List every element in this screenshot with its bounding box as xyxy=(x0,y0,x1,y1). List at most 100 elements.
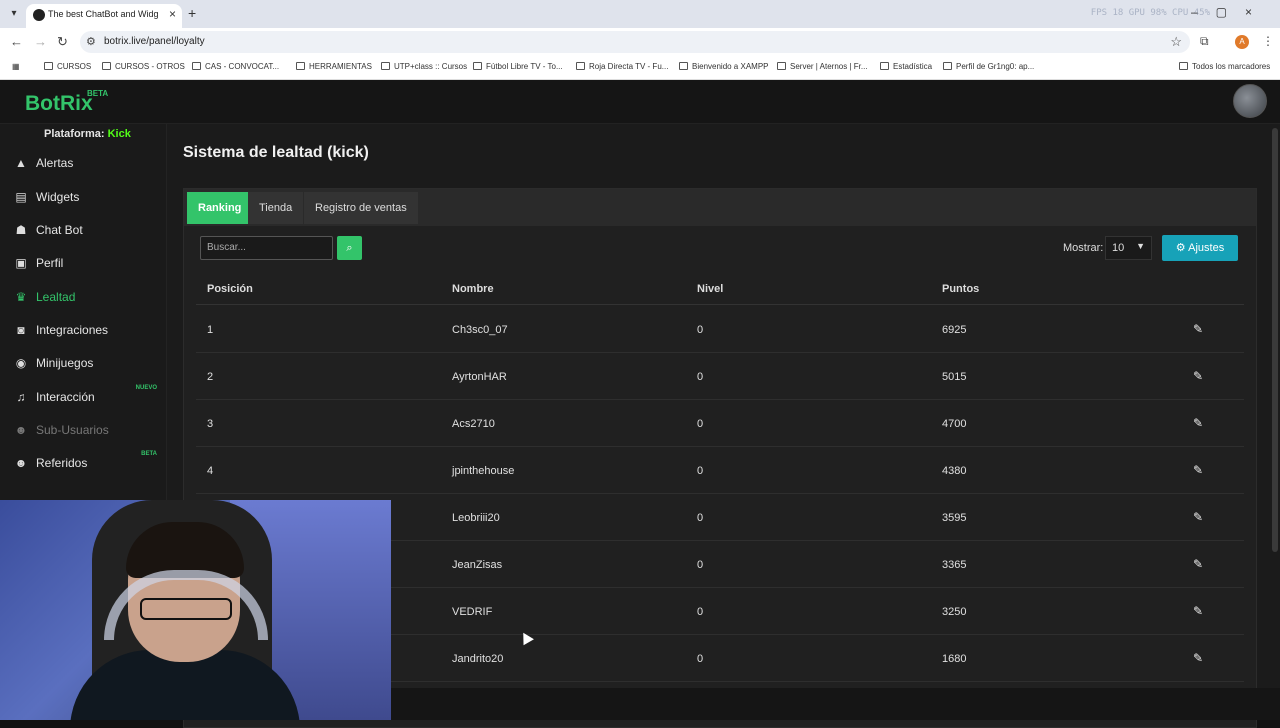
puzzle-icon: ◙ xyxy=(17,323,25,337)
back-icon[interactable]: ← xyxy=(10,34,23,49)
logo-beta-badge: BETA xyxy=(87,89,109,98)
forward-icon[interactable]: → xyxy=(34,34,47,49)
table-row: 4 jpinthehouse 0 4380 ✎ xyxy=(196,447,1244,494)
cell-level: 0 xyxy=(697,512,704,524)
cell-name: jpinthehouse xyxy=(452,465,515,477)
bookmark-item[interactable]: Perfil de Gr1ng0: ap... xyxy=(943,62,1034,71)
warning-icon: ▲ xyxy=(15,156,27,170)
cell-name: Jandrito20 xyxy=(452,653,504,665)
bookmark-item[interactable]: UTP+class :: Cursos xyxy=(381,62,467,71)
cell-position: 3 xyxy=(207,418,214,430)
table-header: Posición Nombre Nivel Puntos xyxy=(196,277,1244,305)
page-size-select[interactable]: 10 ▼ xyxy=(1105,236,1152,260)
edit-icon[interactable]: ✎ xyxy=(1193,604,1203,618)
cell-level: 0 xyxy=(697,653,704,665)
search-button[interactable]: ⌕ xyxy=(337,236,362,260)
bookmark-item[interactable]: HERRAMIENTAS xyxy=(296,62,372,71)
bookmark-item[interactable]: CURSOS xyxy=(44,62,91,71)
sidebar-item-widgets[interactable]: ▤ Widgets xyxy=(0,183,167,213)
cell-level: 0 xyxy=(697,606,704,618)
tab-ranking[interactable]: Ranking xyxy=(187,192,253,224)
widgets-icon: ▤ xyxy=(15,190,27,204)
sidebar-item-sub-usuarios[interactable]: ☻ Sub-Usuarios xyxy=(0,416,167,446)
page-title: Sistema de lealtad (kick) xyxy=(183,144,369,161)
cell-name: VEDRIF xyxy=(452,606,493,618)
bookmark-item[interactable]: CAS - CONVOCAT... xyxy=(192,62,279,71)
edit-icon[interactable]: ✎ xyxy=(1193,416,1203,430)
extensions-icon[interactable]: ⧉ xyxy=(1200,34,1209,49)
sidebar-item-integraciones[interactable]: ◙ Integraciones xyxy=(0,316,167,346)
logo[interactable]: BotRix xyxy=(25,92,93,116)
sidebar-item-chat-bot[interactable]: ☗ Chat Bot xyxy=(0,216,167,246)
cell-points: 4700 xyxy=(942,418,967,430)
cell-name: AyrtonHAR xyxy=(452,371,507,383)
webcam-overlay xyxy=(0,500,391,720)
sidebar-item-label: Lealtad xyxy=(36,290,76,304)
search-icon: ⌕ xyxy=(346,242,353,254)
cell-level: 0 xyxy=(697,324,704,336)
cell-level: 0 xyxy=(697,465,704,477)
cell-name: Acs2710 xyxy=(452,418,495,430)
edit-icon[interactable]: ✎ xyxy=(1193,651,1203,665)
browser-tab[interactable]: The best ChatBot and Widgets × xyxy=(26,4,182,28)
search-input[interactable]: Buscar... xyxy=(200,236,333,260)
bookmark-item[interactable]: Estadística xyxy=(880,62,932,71)
cell-points: 3595 xyxy=(942,512,967,524)
close-tab-icon[interactable]: × xyxy=(169,7,176,21)
apps-icon[interactable]: ▦ xyxy=(12,62,20,71)
platform-indicator: Plataforma: Kick xyxy=(44,128,131,140)
sidebar-item-interaccion[interactable]: ♫ Interacción NUEVO xyxy=(0,383,167,413)
col-puntos[interactable]: Puntos xyxy=(942,283,979,295)
bookmark-star-icon[interactable]: ☆ xyxy=(1170,34,1182,50)
music-icon: ♫ xyxy=(16,390,26,404)
sidebar-item-label: Widgets xyxy=(36,190,80,204)
table-row: 3 Acs2710 0 4700 ✎ xyxy=(196,400,1244,447)
edit-icon[interactable]: ✎ xyxy=(1193,463,1203,477)
new-tab-icon[interactable]: + xyxy=(188,5,196,21)
sidebar-item-referidos[interactable]: ☻ Referidos BETA xyxy=(0,449,167,479)
favicon-icon xyxy=(33,9,45,21)
browser-toolbar: ← → ↻ ⚙ botrix.live/panel/loyalty ☆ ⧉ A … xyxy=(0,28,1280,56)
tab-registro-ventas[interactable]: Registro de ventas xyxy=(304,192,418,224)
sidebar-item-perfil[interactable]: ▣ Perfil xyxy=(0,249,167,279)
settings-button[interactable]: ⚙ Ajustes xyxy=(1162,235,1238,261)
bookmark-item[interactable]: Bienvenido a XAMPP xyxy=(679,62,769,71)
cell-level: 0 xyxy=(697,418,704,430)
edit-icon[interactable]: ✎ xyxy=(1193,510,1203,524)
menu-icon[interactable]: ⋮ xyxy=(1262,34,1274,48)
bottom-strip xyxy=(391,688,1280,720)
profile-avatar-icon[interactable]: A xyxy=(1235,35,1249,49)
bookmark-item[interactable]: Fútbol Libre TV - To... xyxy=(473,62,563,71)
edit-icon[interactable]: ✎ xyxy=(1193,557,1203,571)
page-scrollbar[interactable] xyxy=(1272,128,1278,552)
bookmark-item[interactable]: Server | Aternos | Fr... xyxy=(777,62,868,71)
edit-icon[interactable]: ✎ xyxy=(1193,322,1203,336)
sidebar-item-label: Referidos xyxy=(36,456,88,470)
edit-icon[interactable]: ✎ xyxy=(1193,369,1203,383)
cell-name: Ch3sc0_07 xyxy=(452,324,508,336)
col-posicion[interactable]: Posición xyxy=(207,283,253,295)
tab-search-icon[interactable]: ▾ xyxy=(6,6,22,22)
cell-points: 1680 xyxy=(942,653,967,665)
cell-points: 3365 xyxy=(942,559,967,571)
sidebar-item-lealtad[interactable]: ♛ Lealtad xyxy=(0,283,167,313)
reload-icon[interactable]: ↻ xyxy=(57,34,68,50)
gamepad-icon: ◉ xyxy=(15,356,27,370)
bookmark-item[interactable]: Roja Directa TV - Fu... xyxy=(576,62,668,71)
address-bar[interactable]: ⚙ botrix.live/panel/loyalty ☆ xyxy=(80,31,1190,53)
all-bookmarks[interactable]: Todos los marcadores xyxy=(1179,62,1270,71)
bookmark-item[interactable]: CURSOS - OTROS xyxy=(102,62,185,71)
cell-position: 1 xyxy=(207,324,214,336)
browser-tabstrip: ▾ The best ChatBot and Widgets × + FPS 1… xyxy=(0,0,1280,28)
col-nombre[interactable]: Nombre xyxy=(452,283,494,295)
chevron-down-icon: ▼ xyxy=(1136,241,1145,251)
cell-position: 4 xyxy=(207,465,214,477)
sidebar-item-alertas[interactable]: ▲ Alertas xyxy=(0,149,167,179)
tab-tienda[interactable]: Tienda xyxy=(248,192,304,224)
col-nivel[interactable]: Nivel xyxy=(697,283,723,295)
sidebar-item-minijuegos[interactable]: ◉ Minijuegos xyxy=(0,349,167,379)
user-avatar[interactable] xyxy=(1233,84,1267,118)
sidebar-item-label: Alertas xyxy=(36,156,74,170)
site-info-icon[interactable]: ⚙ xyxy=(86,35,96,48)
window-controls[interactable]: –▢× xyxy=(1191,5,1270,19)
